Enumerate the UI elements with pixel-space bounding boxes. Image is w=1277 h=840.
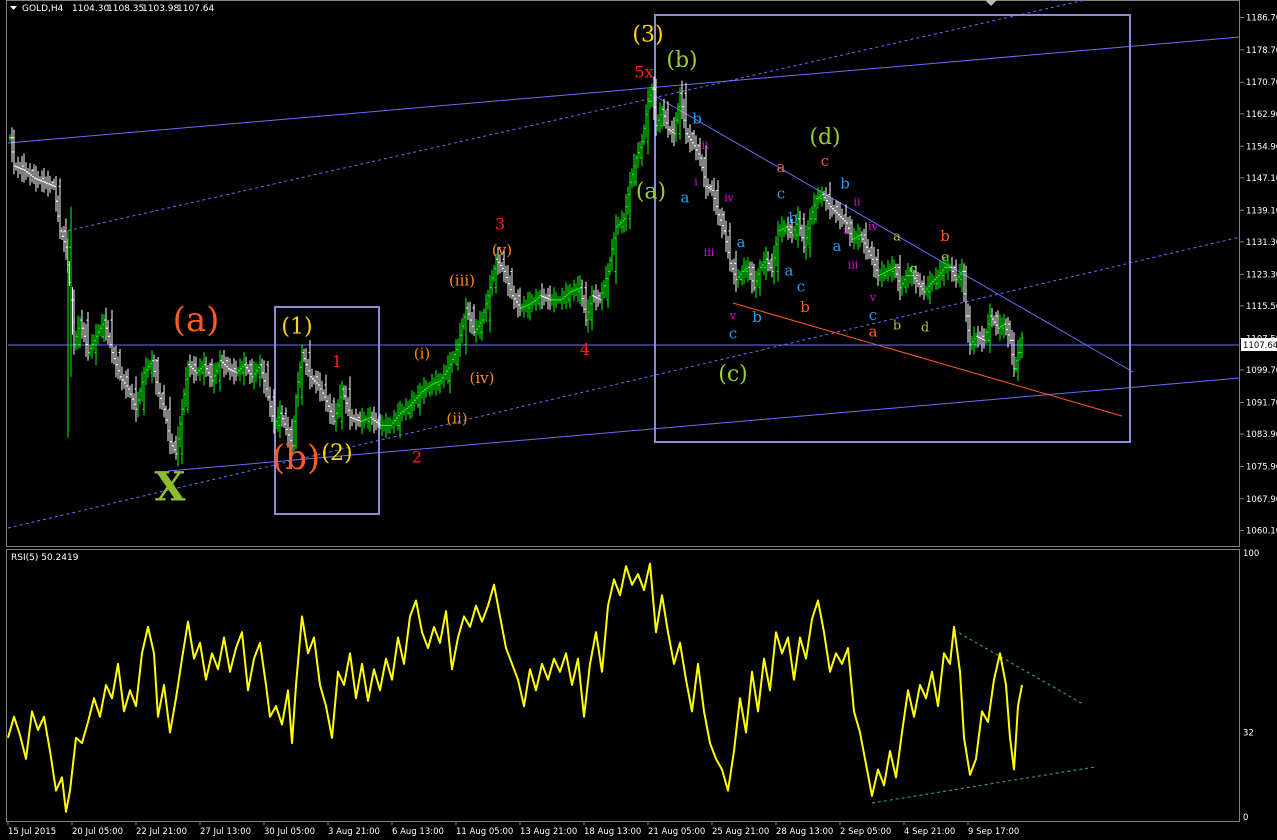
wave-label: e <box>941 250 949 265</box>
wave-label: (b) <box>666 48 697 73</box>
x-tick-label: 25 Aug 21:00 <box>712 827 769 837</box>
x-tick-label: 11 Aug 05:00 <box>456 827 513 837</box>
trading-chart: GOLD,H4 1104.30 1108.35 1103.98 1107.64 … <box>0 0 1277 840</box>
price-tick-label: 1075.90 <box>1246 462 1277 472</box>
wave-label: (c) <box>718 362 748 387</box>
wave-label: 3 <box>495 214 505 233</box>
price-tick-label: 1162.90 <box>1246 110 1277 120</box>
wave-label: 1 <box>332 352 342 371</box>
wave-label: c <box>777 184 785 202</box>
price-tick-label: 1060.10 <box>1246 526 1277 536</box>
wave-label: i <box>694 175 698 188</box>
price-tick-label: 1147.10 <box>1246 174 1277 184</box>
x-tick-label: 3 Aug 21:00 <box>328 827 380 837</box>
wave-label: c <box>909 262 916 277</box>
price-tick-label: 1186.70 <box>1246 13 1277 23</box>
x-tick-label: 6 Aug 13:00 <box>392 827 444 837</box>
wave-label: d <box>921 321 929 336</box>
x-tick-label: 27 Jul 13:00 <box>200 827 251 837</box>
wave-label: (iii) <box>449 272 475 290</box>
wave-label: a <box>869 322 878 340</box>
wave-label: (1) <box>281 314 312 339</box>
price-tick-label: 1178.70 <box>1246 46 1277 56</box>
wave-label: a <box>777 158 786 176</box>
wave-label: c <box>821 152 829 170</box>
wave-label: b <box>800 298 810 316</box>
wave-label: 5x <box>634 62 653 81</box>
wave-label: b <box>788 209 798 227</box>
x-tick-label: 2 Sep 05:00 <box>840 827 891 837</box>
wave-label: a <box>737 233 746 251</box>
rsi-tick-label: 100 <box>1243 549 1259 559</box>
wave-label: v <box>729 309 737 322</box>
price-tick-label: 1115.50 <box>1246 302 1277 312</box>
ohlc-open: 1104.30 <box>72 4 109 14</box>
ohlc-low: 1103.98 <box>142 4 179 14</box>
x-tick-label: 4 Sep 21:00 <box>904 827 955 837</box>
wave-label: (ii) <box>446 409 467 427</box>
symbol-timeframe: GOLD,H4 <box>22 4 64 14</box>
price-tick-label: 1067.90 <box>1246 495 1277 505</box>
wave-label: (i) <box>414 345 431 363</box>
wave-label: (iv) <box>470 369 495 387</box>
x-tick-label: 28 Aug 13:00 <box>776 827 833 837</box>
x-tick-label: 21 Aug 05:00 <box>648 827 705 837</box>
price-tick-label: 1131.30 <box>1246 238 1277 248</box>
wave-label: iii <box>704 246 715 259</box>
wave-label: b <box>752 308 762 326</box>
wave-label: 2 <box>412 447 422 466</box>
wave-label: b <box>893 319 901 334</box>
price-tick-label: 1154.90 <box>1246 142 1277 152</box>
wave-label: iii <box>848 258 859 271</box>
wave-label: (d) <box>809 125 840 150</box>
wave-label: iv <box>724 192 735 205</box>
wave-label: c <box>729 324 737 342</box>
wave-label: a <box>681 189 690 207</box>
x-tick-label: 30 Jul 05:00 <box>264 827 315 837</box>
x-tick-label: 22 Jul 21:00 <box>136 827 187 837</box>
svg-text:1107.64: 1107.64 <box>1243 341 1277 351</box>
wave-label: 4 <box>580 340 590 359</box>
wave-label: b <box>940 227 950 245</box>
wave-label: ii <box>701 139 709 152</box>
wave-label: (v) <box>492 241 512 259</box>
x-tick-label: 20 Jul 05:00 <box>72 827 123 837</box>
wave-label: a <box>833 237 842 255</box>
chart-header: GOLD,H4 1104.30 1108.35 1103.98 1107.64 <box>10 4 214 14</box>
wave-label: a <box>893 230 901 245</box>
wave-label: c <box>797 278 805 296</box>
wave-label: a <box>785 261 794 279</box>
wave-label: ii <box>853 196 861 209</box>
wave-label: v <box>869 291 877 304</box>
wave-label: b <box>692 110 702 128</box>
wave-label: b <box>840 174 850 192</box>
ohlc-close: 1107.64 <box>177 4 214 14</box>
wave-label: (a) <box>636 179 666 204</box>
x-tick-label: 9 Sep 17:00 <box>968 827 1019 837</box>
wave-label: i <box>843 224 847 237</box>
wave-label: (3) <box>632 23 663 48</box>
rsi-title: RSI(5) 50.2419 <box>11 553 79 563</box>
wave-label: X <box>154 463 185 510</box>
rsi-tick-label: 0 <box>1243 813 1248 823</box>
x-tick-label: 18 Aug 13:00 <box>584 827 641 837</box>
x-tick-label: 13 Aug 21:00 <box>520 827 577 837</box>
wave-label: (a) <box>173 300 220 340</box>
wave-label: (b) <box>272 438 320 478</box>
x-tick-label: 15 Jul 2015 <box>8 827 56 837</box>
wave-label: (2) <box>321 441 352 466</box>
price-tick-label: 1123.30 <box>1246 270 1277 280</box>
wave-label: iv <box>868 220 879 233</box>
price-tick-label: 1091.70 <box>1246 398 1277 408</box>
ohlc-high: 1108.35 <box>107 4 144 14</box>
price-tick-label: 1083.90 <box>1246 430 1277 440</box>
rsi-tick-label: 32 <box>1243 729 1254 739</box>
current-price-tag: 1107.64 <box>1241 338 1277 351</box>
price-tick-label: 1139.10 <box>1246 206 1277 216</box>
price-tick-label: 1170.70 <box>1246 78 1277 88</box>
price-tick-label: 1099.70 <box>1246 366 1277 376</box>
